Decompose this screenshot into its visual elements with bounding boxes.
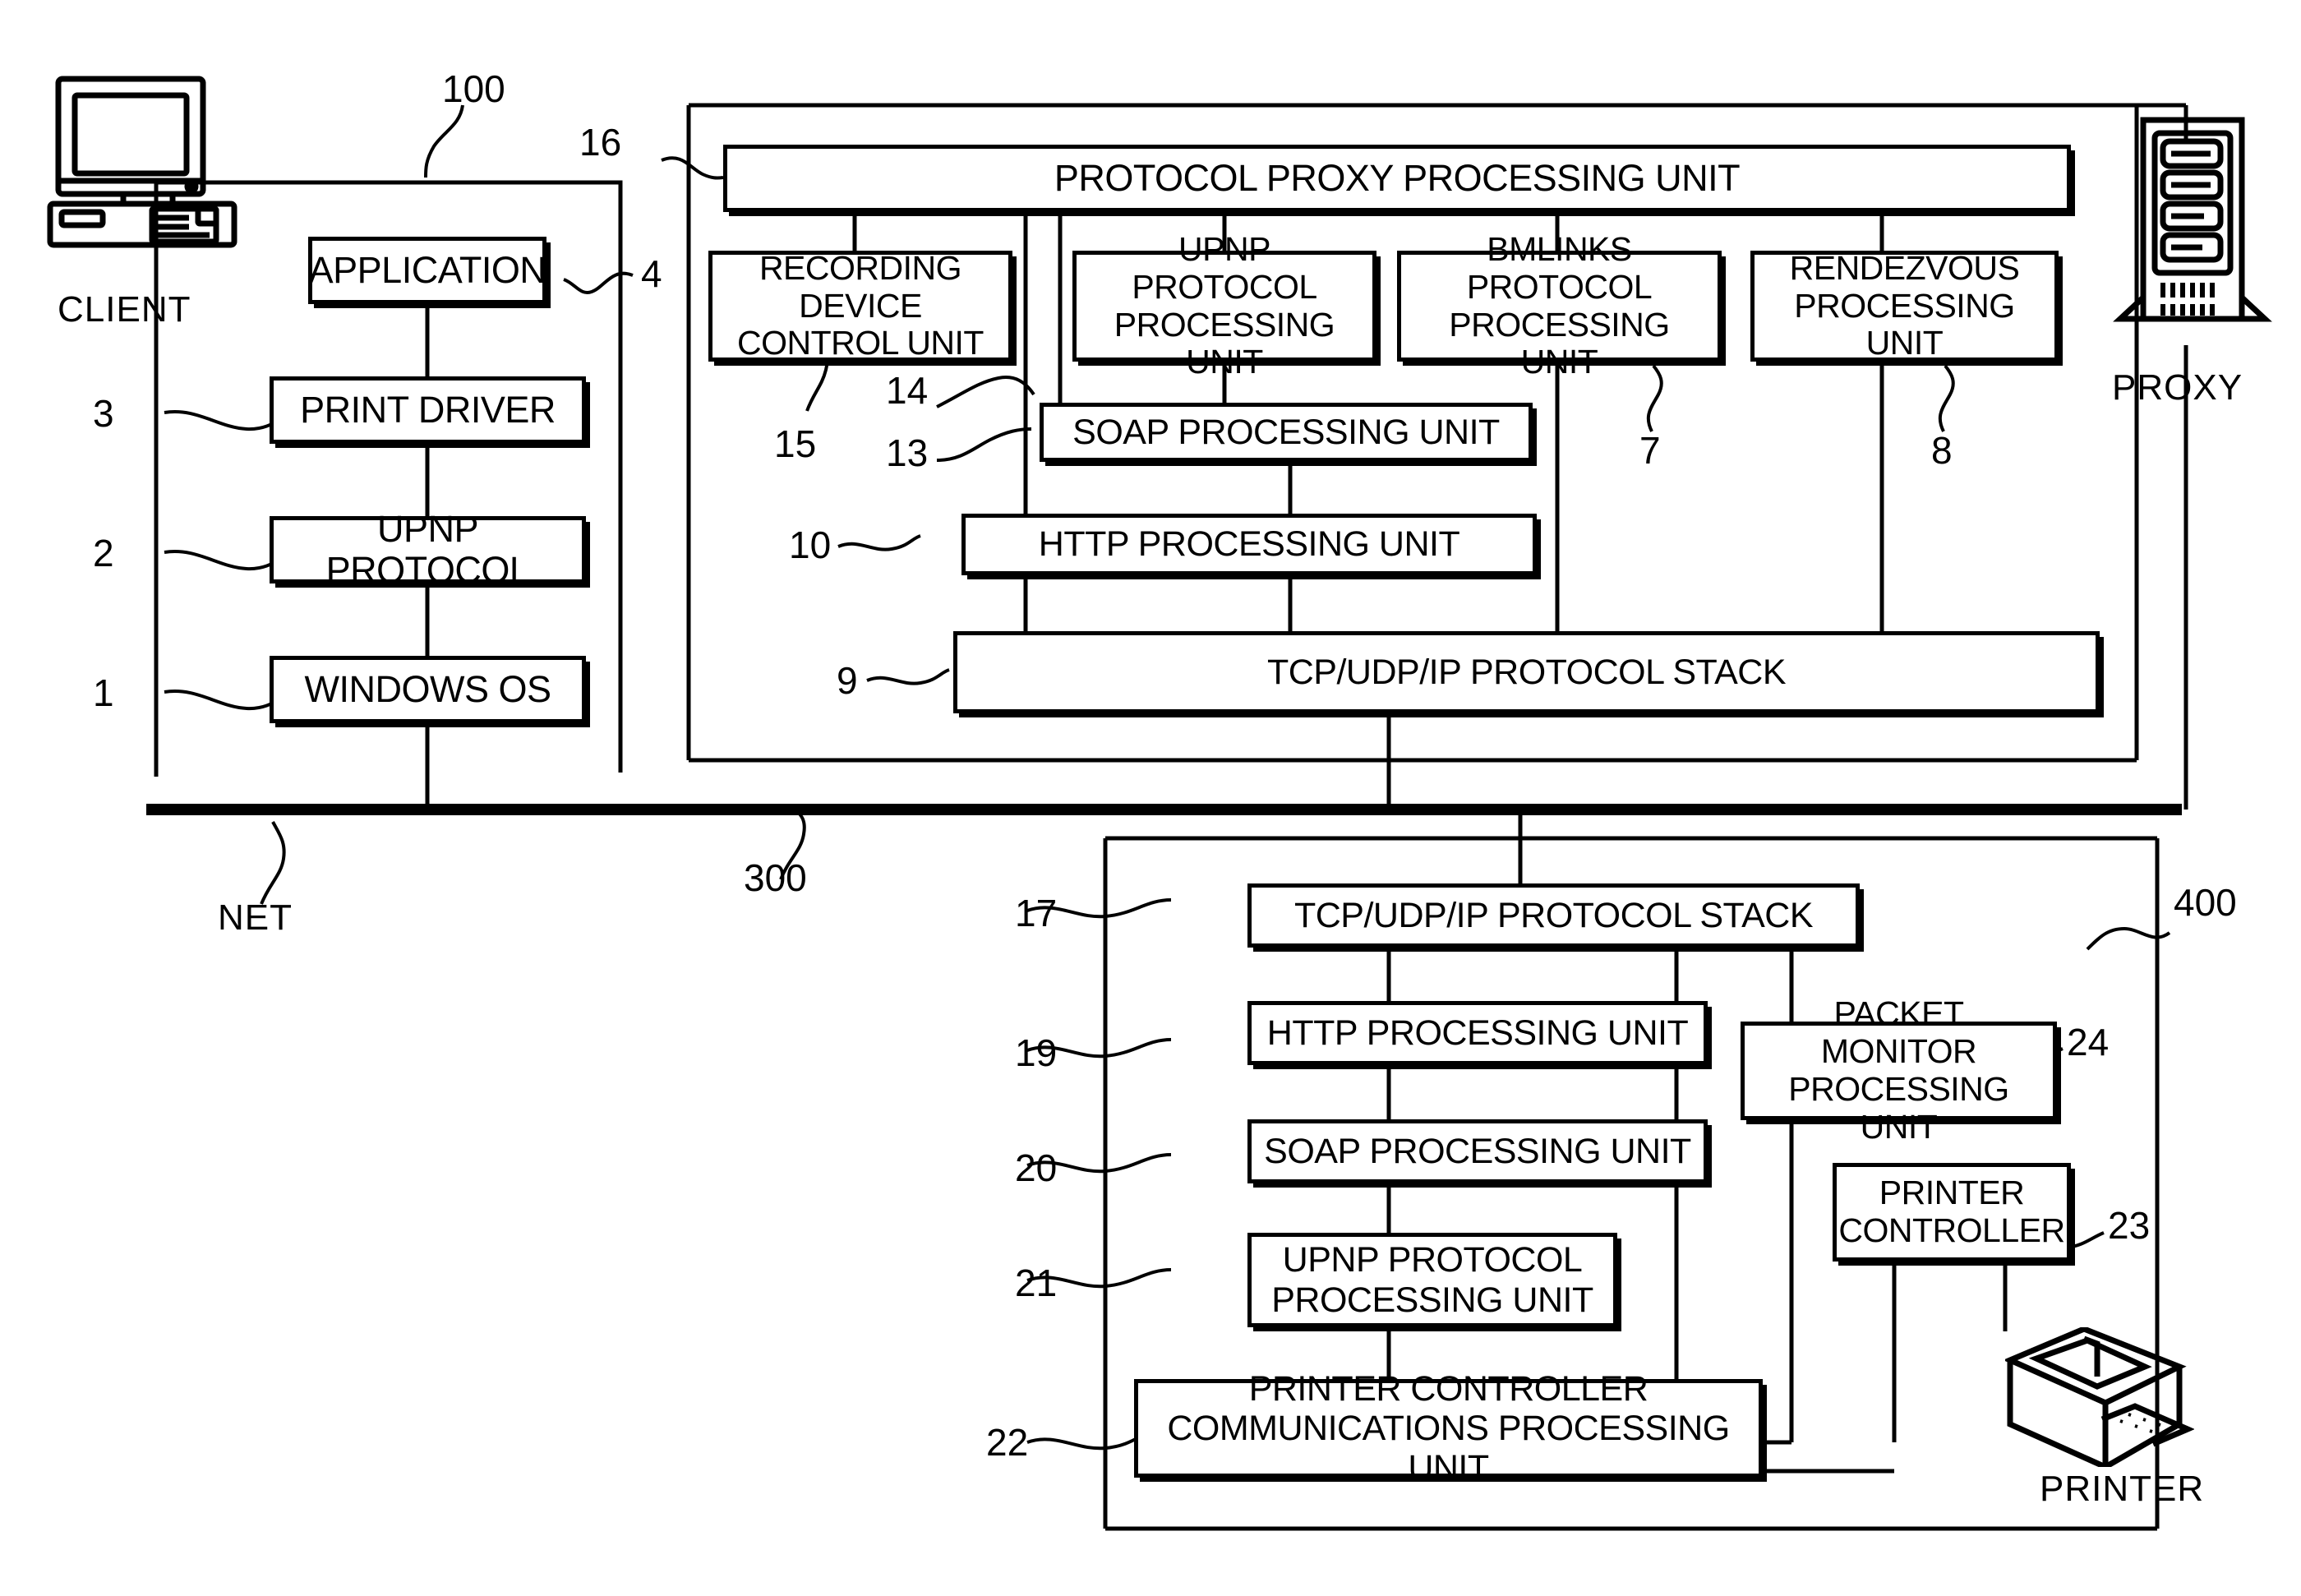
ref-17: 17 [1015, 892, 1058, 934]
client-box-print-driver-label: PRINT DRIVER [300, 388, 556, 431]
client-box-windows-os[interactable]: WINDOWS OS [270, 656, 586, 723]
ref-300: 300 [744, 856, 807, 899]
printer-box-upnp-protocol-processing-unit-line1: UPNP PROTOCOL [1282, 1240, 1583, 1280]
printer-box-packet-monitor-processing-unit[interactable]: PACKET MONITOR PROCESSING UNIT [1741, 994, 2057, 1146]
printer-box-tcp-udp-ip-protocol-stack[interactable]: TCP/UDP/IP PROTOCOL STACK [1247, 883, 1860, 948]
proxy-box-rendezvous-processing-unit-line1: RENDEZVOUS [1789, 248, 2020, 287]
client-box-application[interactable]: APPLICATION [308, 237, 546, 304]
printer-box-http-processing-unit[interactable]: HTTP PROCESSING UNIT [1247, 1001, 1708, 1065]
proxy-box-upnp-protocol-processing-unit-line2: PROCESSING UNIT [1114, 305, 1335, 381]
printer-box-soap-processing-unit-label: SOAP PROCESSING UNIT [1264, 1131, 1691, 1171]
proxy-box-rendezvous-processing-unit-line2: PROCESSING UNIT [1794, 286, 2015, 362]
ref-16: 16 [579, 121, 622, 164]
ref-100: 100 [442, 67, 505, 110]
printer-box-upnp-protocol-processing-unit-line2: PROCESSING UNIT [1271, 1280, 1593, 1320]
client-label: CLIENT [58, 289, 191, 330]
proxy-box-tcp-udp-ip-protocol-stack[interactable]: TCP/UDP/IP PROTOCOL STACK [953, 631, 2100, 713]
client-box-upnp-protocol-label: UPNP PROTOCOL [325, 507, 530, 591]
proxy-box-recording-device-control-unit-line1: RECORDING DEVICE [759, 248, 962, 325]
client-box-application-label: APPLICATION [308, 248, 546, 291]
ref-400: 400 [2174, 881, 2237, 924]
patent-figure-canvas: CLIENT PROXY PRINTER APPLICATION PRINT D… [0, 0, 2301, 1596]
laser-printer-icon [2003, 1326, 2195, 1472]
ref-13: 13 [886, 431, 929, 474]
ref-1: 1 [93, 671, 114, 714]
ref-7: 7 [1639, 429, 1661, 472]
printer-box-printer-controller-line2: CONTROLLER [1838, 1211, 2065, 1249]
client-box-print-driver[interactable]: PRINT DRIVER [270, 376, 586, 444]
ref-2: 2 [93, 532, 114, 574]
printer-label: PRINTER [2040, 1469, 2205, 1509]
ref-14: 14 [886, 369, 929, 412]
proxy-label: PROXY [2112, 367, 2243, 408]
printer-box-packet-monitor-processing-unit-line2: PROCESSING UNIT [1788, 1070, 2009, 1146]
server-tower-icon [2112, 115, 2276, 357]
desktop-computer-icon [45, 74, 251, 255]
ref-24: 24 [2067, 1021, 2110, 1063]
ref-4: 4 [641, 252, 662, 295]
printer-box-soap-processing-unit[interactable]: SOAP PROCESSING UNIT [1247, 1119, 1708, 1183]
proxy-box-soap-processing-unit[interactable]: SOAP PROCESSING UNIT [1040, 403, 1533, 462]
printer-box-upnp-protocol-processing-unit[interactable]: UPNP PROTOCOL PROCESSING UNIT [1247, 1233, 1617, 1327]
ref-3: 3 [93, 392, 114, 435]
proxy-box-upnp-protocol-processing-unit[interactable]: UPNP PROTOCOL PROCESSING UNIT [1072, 230, 1376, 381]
printer-box-printer-controller-communications-processing-unit[interactable]: PRINTER CONTROLLER COMMUNICATIONS PROCES… [1134, 1369, 1763, 1488]
proxy-box-upnp-protocol-processing-unit-line1: UPNP PROTOCOL [1132, 229, 1317, 306]
proxy-box-protocol-proxy-processing-unit[interactable]: PROTOCOL PROXY PROCESSING UNIT [723, 145, 2071, 212]
proxy-box-http-processing-unit-label: HTTP PROCESSING UNIT [1038, 524, 1460, 565]
client-box-windows-os-label: WINDOWS OS [304, 667, 551, 710]
ref-19: 19 [1015, 1031, 1058, 1074]
proxy-box-rendezvous-processing-unit[interactable]: RENDEZVOUS PROCESSING UNIT [1750, 248, 2059, 362]
net-label: NET [218, 897, 293, 938]
proxy-box-bmlinks-protocol-processing-unit-line2: PROCESSING UNIT [1449, 305, 1670, 381]
ref-21: 21 [1015, 1262, 1058, 1304]
proxy-box-bmlinks-protocol-processing-unit[interactable]: BMLINKS PROTOCOL PROCESSING UNIT [1397, 230, 1722, 381]
printer-box-packet-monitor-processing-unit-line1: PACKET MONITOR [1820, 994, 1977, 1071]
ref-10: 10 [789, 524, 832, 566]
ref-8: 8 [1931, 429, 1953, 472]
printer-box-printer-controller-line1: PRINTER [1879, 1174, 2025, 1212]
printer-box-printer-controller-communications-processing-unit-line1: PRINTER CONTROLLER [1248, 1368, 1649, 1409]
ref-9: 9 [837, 659, 858, 702]
proxy-box-protocol-proxy-processing-unit-label: PROTOCOL PROXY PROCESSING UNIT [1054, 156, 1741, 199]
client-box-upnp-protocol[interactable]: UPNP PROTOCOL [270, 508, 586, 591]
ref-20: 20 [1015, 1146, 1058, 1189]
proxy-box-tcp-udp-ip-protocol-stack-label: TCP/UDP/IP PROTOCOL STACK [1266, 652, 1787, 692]
printer-box-printer-controller-communications-processing-unit-line2: COMMUNICATIONS PROCESSING UNIT [1167, 1408, 1730, 1488]
proxy-box-http-processing-unit[interactable]: HTTP PROCESSING UNIT [961, 514, 1537, 575]
proxy-box-bmlinks-protocol-processing-unit-line1: BMLINKS PROTOCOL [1466, 229, 1653, 306]
proxy-box-soap-processing-unit-label: SOAP PROCESSING UNIT [1072, 412, 1500, 452]
proxy-box-recording-device-control-unit[interactable]: RECORDING DEVICE CONTROL UNIT [708, 248, 1012, 362]
printer-box-printer-controller[interactable]: PRINTER CONTROLLER [1833, 1163, 2071, 1262]
ref-22: 22 [986, 1421, 1029, 1464]
printer-box-tcp-udp-ip-protocol-stack-label: TCP/UDP/IP PROTOCOL STACK [1293, 895, 1814, 935]
ref-15: 15 [774, 422, 817, 465]
proxy-box-recording-device-control-unit-line2: CONTROL UNIT [737, 324, 984, 362]
ref-23: 23 [2108, 1204, 2151, 1247]
printer-box-http-processing-unit-label: HTTP PROCESSING UNIT [1266, 1012, 1689, 1053]
